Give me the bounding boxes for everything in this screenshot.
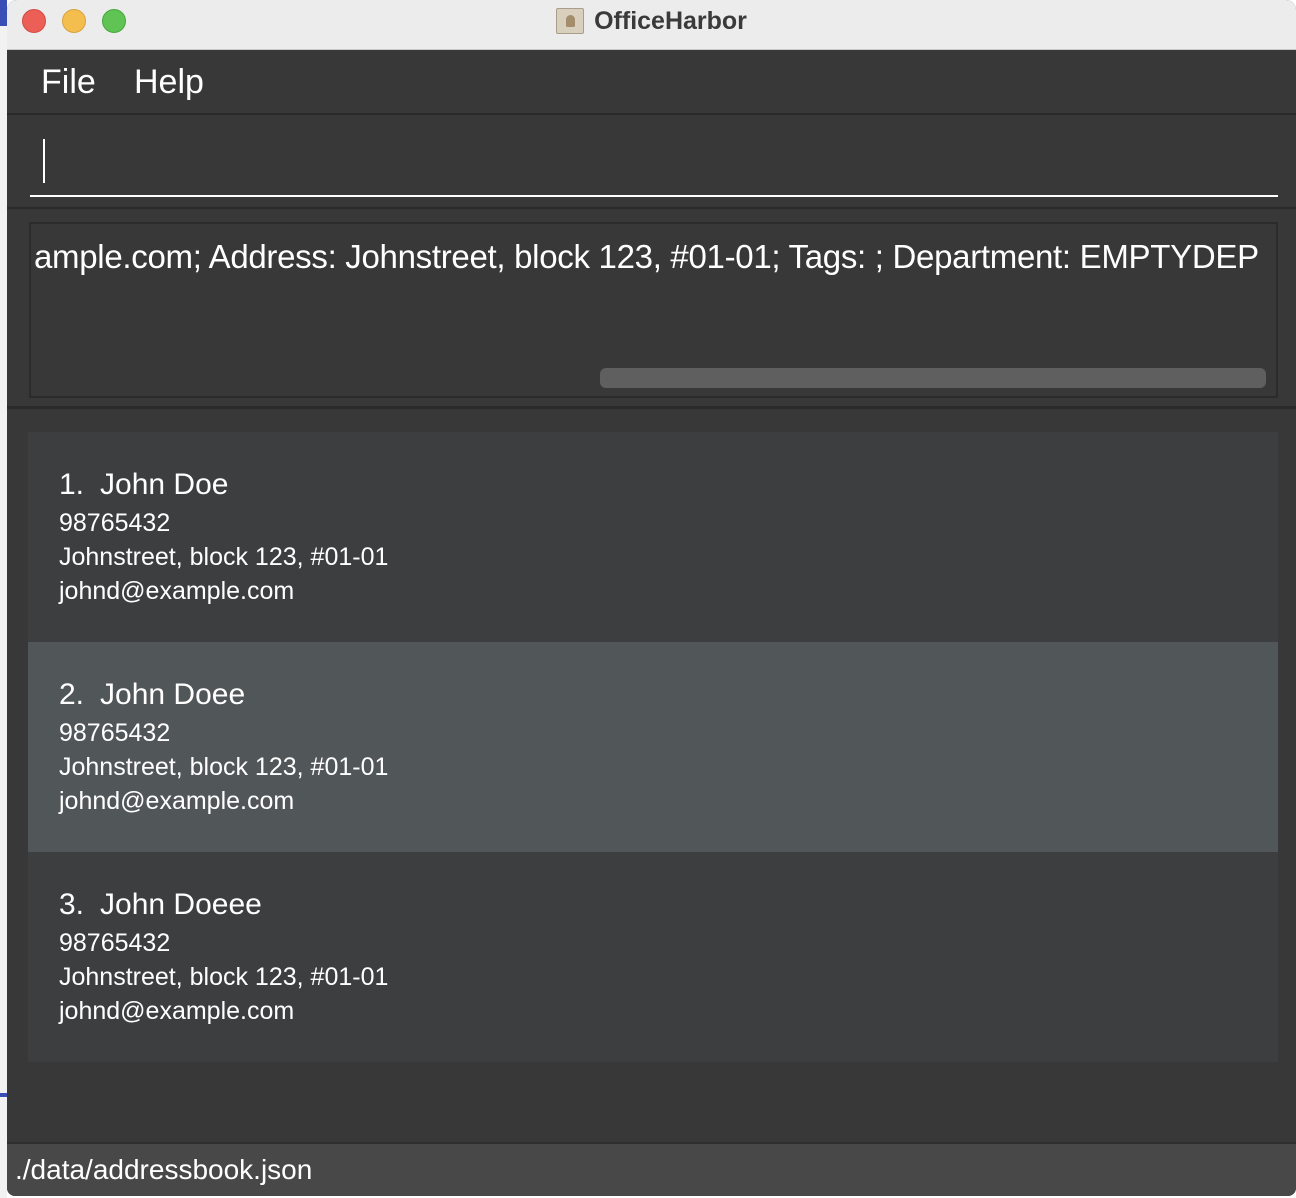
person-list: 1. John Doe 98765432 Johnstreet, block 12… (7, 412, 1296, 1142)
person-phone: 98765432 (59, 929, 171, 957)
person-email: johnd@example.com (59, 997, 295, 1025)
window-title: OfficeHarbor (594, 6, 747, 35)
save-location: ./data/addressbook.json (15, 1154, 313, 1185)
status-bar: ./data/addressbook.json (7, 1142, 1296, 1196)
person-email: johnd@example.com (59, 577, 295, 605)
horizontal-scrollbar[interactable] (600, 368, 1266, 388)
title-group: OfficeHarbor (7, 0, 1296, 42)
person-address: Johnstreet, block 123, #01-01 (59, 753, 389, 781)
menu-file[interactable]: File (41, 63, 96, 102)
text-caret (43, 139, 45, 183)
person-card[interactable]: 1. John Doe 98765432 Johnstreet, block 12… (28, 432, 1278, 642)
person-phone: 98765432 (59, 719, 171, 747)
person-address: Johnstreet, block 123, #01-01 (59, 543, 389, 571)
title-bar[interactable]: OfficeHarbor (7, 0, 1296, 50)
person-phone: 98765432 (59, 509, 171, 537)
person-name-line: 3. John Doeee (59, 888, 262, 922)
desktop-background (0, 0, 7, 1198)
command-input[interactable] (30, 135, 1278, 197)
app-icon (556, 8, 585, 34)
menu-bar: File Help (7, 51, 1296, 115)
app-window: OfficeHarbor File Help ample.com; Addres… (7, 0, 1296, 1196)
person-index: 3. (59, 888, 85, 921)
person-index: 1. (59, 468, 85, 501)
result-display-panel: ample.com; Address: Johnstreet, block 12… (7, 211, 1296, 409)
person-card-selected[interactable]: 2. John Doee 98765432 Johnstreet, block 1… (28, 642, 1278, 852)
command-box (7, 117, 1296, 209)
result-text: ample.com; Address: Johnstreet, block 12… (34, 238, 1259, 275)
person-name-line: 1. John Doe (59, 468, 228, 502)
person-index: 2. (59, 678, 85, 711)
person-name: John Doee (100, 678, 246, 711)
desktop-edge-top (0, 0, 7, 26)
menu-help[interactable]: Help (134, 63, 204, 102)
desktop-edge-bottom (0, 1093, 7, 1097)
person-name: John Doeee (100, 888, 262, 921)
person-name-line: 2. John Doee (59, 678, 245, 712)
person-email: johnd@example.com (59, 787, 295, 815)
result-display[interactable]: ample.com; Address: Johnstreet, block 12… (29, 222, 1278, 398)
person-card[interactable]: 3. John Doeee 98765432 Johnstreet, block … (28, 852, 1278, 1062)
person-name: John Doe (100, 468, 229, 501)
person-address: Johnstreet, block 123, #01-01 (59, 963, 389, 991)
